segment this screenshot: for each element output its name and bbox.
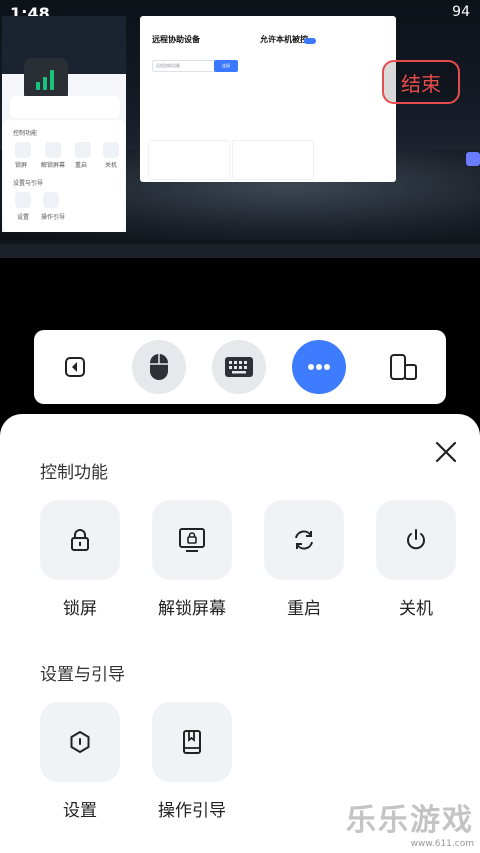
lock-screen-button[interactable] (40, 500, 120, 580)
mini-control-title: 控制功能 (13, 130, 38, 137)
settings-label: 设置 (63, 801, 97, 821)
more-button[interactable] (292, 340, 346, 394)
keyboard-button[interactable] (212, 340, 266, 394)
device-switch-icon (390, 354, 417, 380)
end-session-button[interactable]: 结束 (382, 60, 460, 104)
guide-book-icon (183, 730, 201, 754)
remote-left-title: 远程协助设备 (152, 35, 200, 44)
unlock-screen-label: 解锁屏幕 (158, 599, 226, 619)
watermark-url: www.611.com (410, 839, 474, 849)
settings-section-title: 设置与引导 (40, 665, 125, 685)
remote-app-window: 远程协助设备 远程协助设备 连接 允许本机被控 (140, 16, 396, 182)
remote-mini-toolbar (10, 96, 120, 118)
keyboard-icon (225, 357, 253, 377)
watermark: 乐乐游戏 www.611.com (346, 795, 474, 849)
mini-item-restart: 重启 (75, 162, 88, 169)
remote-device-input: 远程协助设备 (152, 60, 217, 72)
settings-icon (70, 731, 90, 753)
lock-icon (71, 529, 89, 551)
close-icon (435, 441, 457, 463)
shutdown-button[interactable] (376, 500, 456, 580)
mini-item-settings: 设置 (17, 214, 30, 221)
mini-settings-icon (15, 192, 31, 208)
watermark-text: 乐乐游戏 (346, 803, 474, 838)
remote-device-card (148, 140, 230, 180)
lock-screen-label: 锁屏 (63, 599, 97, 619)
restart-label: 重启 (287, 599, 321, 619)
arrow-left-icon (65, 357, 85, 377)
mini-lock-icon (15, 142, 31, 158)
remote-right-title: 允许本机被控 (260, 35, 308, 44)
status-battery: 94 (452, 4, 470, 20)
remote-desktop-view[interactable]: 1:48 94 控制功能 锁屏 解锁屏幕 重启 关机 设置与引导 设置 操作引导… (0, 0, 480, 258)
guide-label: 操作引导 (158, 801, 226, 821)
mouse-icon (150, 354, 168, 380)
restart-icon (295, 530, 313, 550)
mini-restart-icon (75, 142, 91, 158)
power-icon (407, 529, 425, 550)
close-button[interactable] (434, 440, 458, 464)
side-chip-icon (466, 152, 480, 166)
remote-control-toolbar (34, 330, 446, 404)
unlock-screen-button[interactable] (152, 500, 232, 580)
guide-button[interactable] (152, 702, 232, 782)
control-section-title: 控制功能 (40, 463, 108, 483)
mini-settings-title: 设置与引导 (13, 180, 44, 187)
mini-item-unlock: 解锁屏幕 (41, 162, 66, 169)
mini-guide-icon (43, 192, 59, 208)
mini-item-lock: 锁屏 (15, 162, 28, 169)
mini-item-guide: 操作引导 (41, 214, 66, 221)
unlock-screen-icon (179, 528, 205, 552)
settings-button[interactable] (40, 702, 120, 782)
remote-connect-button: 连接 (214, 60, 238, 72)
remote-device-card (232, 140, 314, 180)
mouse-button[interactable] (132, 340, 186, 394)
device-switch-button[interactable] (376, 340, 430, 394)
mini-unlock-icon (45, 142, 61, 158)
shutdown-label: 关机 (399, 599, 433, 619)
mini-item-power: 关机 (105, 162, 118, 169)
control-bottom-sheet: 控制功能 锁屏 解锁屏幕 重启 关机 设置与引导 设置 操作引导 乐乐游戏 ww… (0, 414, 480, 853)
remote-taskbar (0, 244, 480, 258)
restart-button[interactable] (264, 500, 344, 580)
remote-allow-toggle (304, 38, 316, 44)
back-button[interactable] (48, 340, 102, 394)
more-icon (308, 364, 330, 370)
mini-power-icon (103, 142, 119, 158)
remote-mini-panel: 控制功能 锁屏 解锁屏幕 重启 关机 设置与引导 设置 操作引导 (3, 120, 125, 232)
